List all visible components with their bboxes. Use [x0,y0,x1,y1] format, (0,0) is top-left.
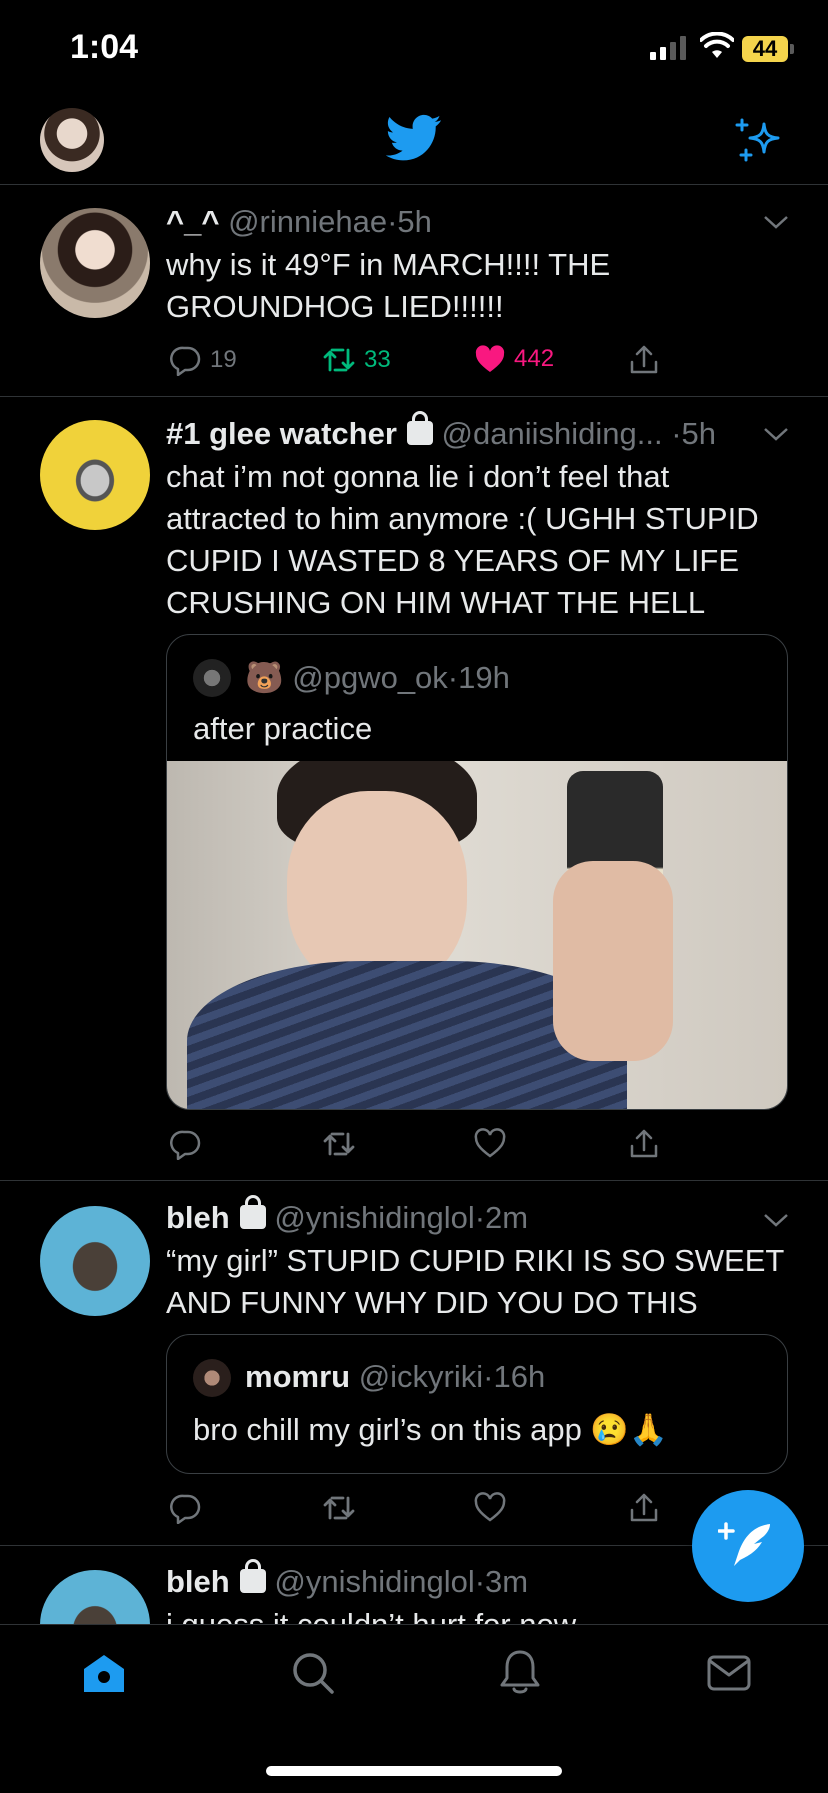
tweet-time: 2m [485,1200,529,1235]
quoted-time: 16h [493,1359,546,1394]
tweet-handle[interactable]: @rinniehae [228,204,387,239]
status-time: 1:04 [70,28,139,66]
heart-filled-icon [475,345,505,372]
tweet-header: bleh @ynishidinglol·3m [166,1559,529,1600]
heart-icon [474,1492,506,1522]
share-icon[interactable] [628,1492,660,1524]
like-button[interactable] [474,1128,506,1163]
quoted-text: bro chill my girl’s on this app 😢🙏 [193,1412,668,1447]
tweet-divider [0,396,828,397]
retweet-count: 33 [364,346,391,373]
tweet-avatar[interactable] [40,1206,150,1316]
meta-separator: · [447,660,459,695]
quoted-avatar [193,1359,231,1397]
tweet-author-name[interactable]: bleh [166,1200,230,1235]
meta-separator: · [483,1359,494,1394]
lock-icon [239,1559,266,1593]
reply-icon [170,346,201,376]
tweet-time: 5h [681,416,717,451]
profile-avatar[interactable] [40,108,104,172]
home-indicator [266,1766,562,1776]
retweet-icon [323,1132,355,1156]
meta-separator: · [387,204,398,239]
reply-button[interactable]: 19 [170,344,237,376]
heart-icon [474,1128,506,1158]
quoted-time: 19h [458,660,510,695]
tweet-handle[interactable]: @daniishiding... [442,416,663,451]
tweet-text: chat i’m not gonna lie i don’t feel that… [166,459,759,620]
retweet-button[interactable] [322,1492,356,1529]
quoted-header: momru @ickyriki·16h [245,1359,545,1395]
quoted-tweet[interactable]: 🐻 @pgwo_ok·19h after practice [166,634,788,1110]
battery-tip [790,44,794,54]
tweet-header: bleh @ynishidinglol·2m [166,1195,529,1236]
tweet-time: 3m [485,1564,529,1599]
share-icon[interactable] [628,1128,660,1160]
meta-separator: · [671,416,682,451]
quoted-handle: @pgwo_ok [292,660,448,695]
lock-icon [239,1195,266,1229]
chevron-down-icon[interactable] [762,426,790,442]
search-icon[interactable] [290,1650,336,1696]
tweet-time: 5h [397,204,432,239]
retweet-button[interactable] [322,1128,356,1165]
share-icon[interactable] [628,344,660,376]
compose-tweet-button[interactable] [692,1490,804,1602]
tweet-handle[interactable]: @ynishidinglol [274,1200,474,1235]
sparkle-icon[interactable] [734,116,784,166]
quoted-text: after practice [193,711,373,746]
chevron-down-icon[interactable] [762,1212,790,1228]
tweet-header: ^_^ @rinniehae·5h [166,204,432,240]
reply-icon [170,1130,201,1161]
like-button[interactable] [474,1492,506,1527]
tweet-header: #1 glee watcher @daniishiding... ·5h [166,411,717,452]
tweet-text: “my girl” STUPID CUPID RIKI IS SO SWEET … [166,1243,784,1320]
reply-count: 19 [210,346,237,373]
meta-separator: · [474,1564,486,1599]
twitter-bird-icon[interactable] [386,114,442,162]
quoted-avatar [193,659,231,697]
tweet-author-name[interactable]: ^_^ [166,204,219,239]
wifi-icon [700,32,734,58]
header-divider [0,184,828,185]
tweet-author-name[interactable]: #1 glee watcher [166,416,397,451]
lock-icon [406,411,433,445]
tweet-author-name[interactable]: bleh [166,1564,230,1599]
feather-plus-icon [718,1522,770,1566]
reply-icon [170,1494,201,1525]
like-button[interactable]: 442 [474,344,554,374]
tweet-avatar[interactable] [40,208,150,318]
quoted-header: 🐻 @pgwo_ok·19h [245,659,510,696]
reply-button[interactable] [170,1128,202,1165]
home-icon[interactable] [82,1652,126,1696]
tweet-avatar[interactable] [40,420,150,530]
quoted-name-emoji: 🐻 [245,660,284,695]
retweet-icon [323,348,355,372]
signal-icon [650,36,690,60]
notifications-icon[interactable] [498,1648,542,1696]
quoted-name: momru [245,1359,351,1394]
chevron-down-icon[interactable] [762,214,790,230]
reply-button[interactable] [170,1492,202,1529]
like-count: 442 [514,345,555,372]
tweet-handle[interactable]: @ynishidinglol [274,1564,474,1599]
meta-separator: · [474,1200,486,1235]
messages-icon[interactable] [706,1654,752,1692]
retweet-button[interactable]: 33 [322,344,391,376]
tweet-divider [0,1180,828,1181]
tweet-text: why is it 49°F in MARCH!!!! THE GROUNDHO… [166,247,611,324]
quoted-tweet[interactable]: momru @ickyriki·16h bro chill my girl’s … [166,1334,788,1474]
quoted-media-image[interactable] [167,761,787,1109]
retweet-icon [323,1496,355,1520]
battery-level: 44 [742,36,788,62]
quoted-handle: @ickyriki [358,1359,484,1394]
